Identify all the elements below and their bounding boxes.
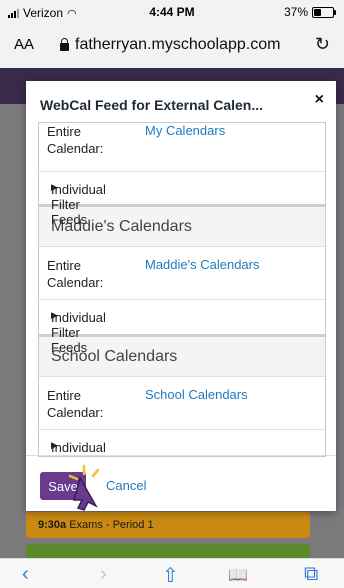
feed-row: Entire Calendar: Maddie's Calendars [39,247,325,299]
filter-feeds-toggle[interactable]: ▶Individual Filter Feeds [39,430,325,456]
feed-row: Entire Calendar: My Calendars [39,123,325,171]
back-icon[interactable]: ‹ [22,563,29,586]
battery-percent: 37% [283,5,308,19]
tabs-icon[interactable]: ⧉ [304,563,318,586]
filter-feeds-toggle[interactable]: ▶Individual Filter Feeds [39,172,325,227]
feed-row: Entire Calendar: School Calendars [39,377,325,429]
filter-feeds-toggle[interactable]: ▶Individual Filter Feeds [39,300,325,355]
event-title: Exams - Period 1 [69,519,154,531]
entire-calendar-label: Entire Calendar: [47,388,104,420]
dialog-title: WebCal Feed for External Calen... [40,97,264,113]
status-bar: Verizon ◠ 4:44 PM 37% [0,0,344,24]
reader-options-button[interactable]: AA [14,36,34,53]
feed-list[interactable]: Entire Calendar: My Calendars ▶ Individua… [38,122,326,457]
url-field[interactable]: fatherryan.myschoolapp.com [60,36,280,54]
filter-feeds-label: Individual Filter Feeds [51,310,106,355]
calendar-event-partial [26,544,310,558]
entire-calendar-label: Entire Calendar: [47,258,104,290]
address-bar: AA fatherryan.myschoolapp.com ↻ [0,24,344,68]
url-text: fatherryan.myschoolapp.com [75,36,281,53]
lock-icon [60,38,69,51]
calendar-event: 9:30a Exams - Period 1 [26,512,310,538]
entire-calendar-label: Entire Calendar: [47,124,104,156]
filter-feeds-label: Individual Filter Feeds [51,182,106,227]
close-icon[interactable]: × [315,91,324,109]
webcal-feed-dialog: WebCal Feed for External Calen... × Enti… [26,81,336,511]
reload-icon[interactable]: ↻ [315,34,330,55]
share-icon[interactable]: ⇧ [162,563,179,588]
bookmarks-icon[interactable]: 📖 [228,565,248,585]
calendar-feed-link[interactable]: School Calendars [145,387,248,402]
calendar-feed-link[interactable]: Maddie's Calendars [145,257,260,272]
battery-info: 37% [283,5,336,19]
forward-icon[interactable]: › [100,563,107,586]
browser-toolbar: ‹ › ⇧ 📖 ⧉ [0,558,344,588]
battery-icon [312,6,336,18]
calendar-feed-link[interactable]: My Calendars [145,123,225,138]
tap-cursor-icon [68,464,100,511]
battery-level [314,8,321,16]
aa-label: AA [14,36,35,53]
event-time: 9:30a [38,519,67,531]
